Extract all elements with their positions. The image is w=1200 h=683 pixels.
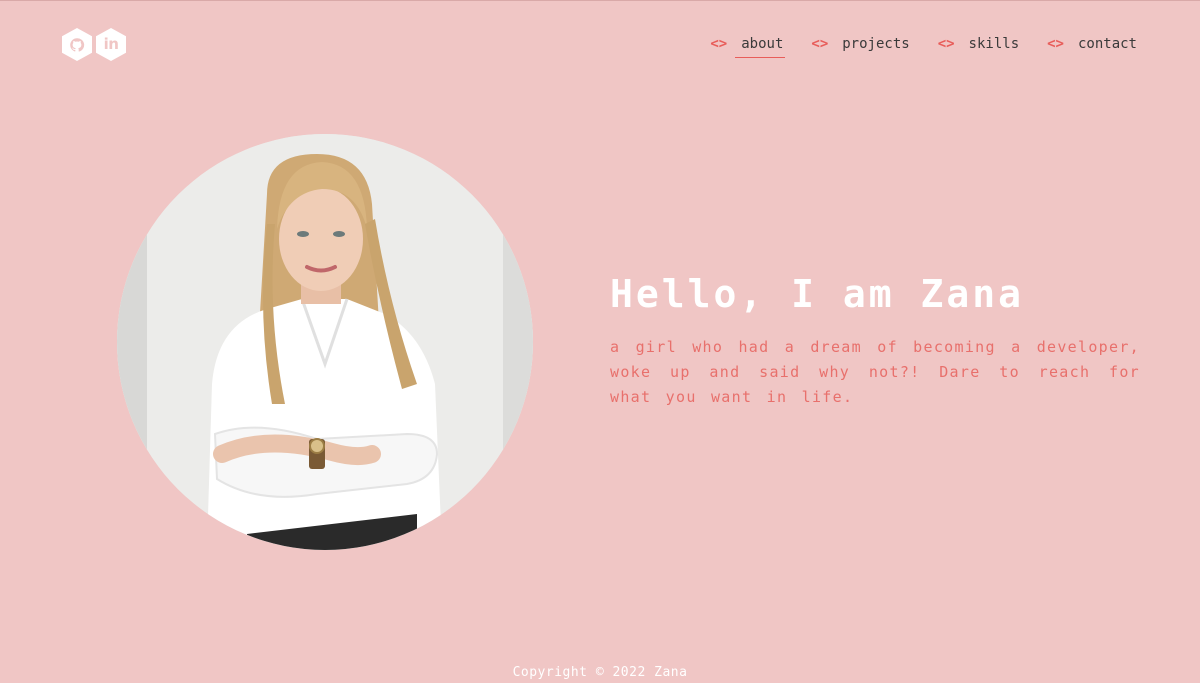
hero-section: Hello, I am Zana a girl who had a dream … [610,271,1140,410]
code-brackets-icon: <> [811,36,829,52]
profile-photo [117,134,533,550]
nav-item-contact[interactable]: <> contact [1047,35,1139,58]
code-brackets-icon: <> [1047,36,1064,52]
github-icon [70,37,85,52]
main-nav: <> about <> projects <> skills <> contac… [710,35,1139,58]
code-brackets-icon: <> [710,36,728,52]
linkedin-link[interactable]: in [96,28,126,61]
linkedin-icon: in [103,35,119,53]
hero-title: Hello, I am Zana [610,272,1025,316]
profile-illustration [117,134,533,550]
nav-item-about[interactable]: <> about [710,35,786,58]
nav-item-label: contact [1077,36,1137,52]
footer-copyright: Copyright © 2022 Zana [512,665,688,680]
hero-description: a girl who had a dream of becoming a dev… [610,338,1140,406]
social-links: in [62,28,126,61]
nav-item-label: projects [842,36,910,52]
nav-item-skills[interactable]: <> skills [938,35,1021,58]
github-link[interactable] [62,28,92,61]
code-brackets-icon: <> [937,36,955,52]
nav-item-projects[interactable]: <> projects [811,35,911,58]
nav-item-label: skills [968,36,1020,52]
nav-item-label: about [735,35,786,58]
